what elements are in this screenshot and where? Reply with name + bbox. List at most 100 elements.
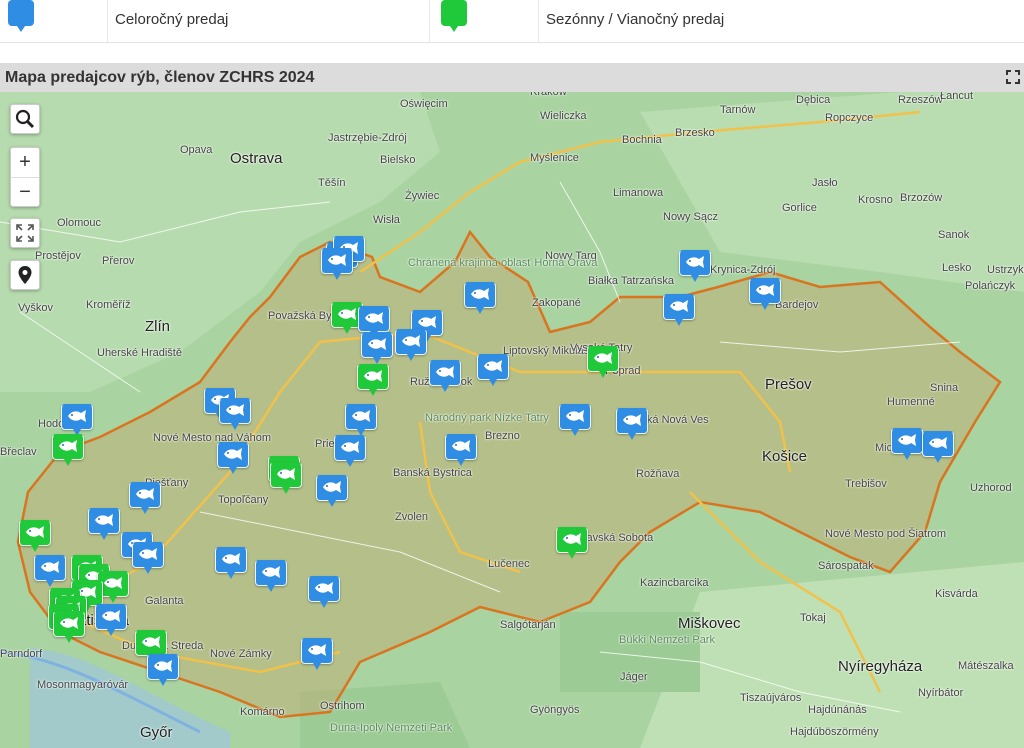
legend-cell-label-2: Sezónny / Vianočný predaj bbox=[538, 0, 1024, 42]
year-round-seller-marker[interactable] bbox=[559, 404, 591, 436]
map-place-label: Bochnia bbox=[622, 134, 662, 146]
map-place-label: Krakow bbox=[530, 92, 567, 98]
fish-marker-green-icon bbox=[441, 0, 467, 32]
map-place-label: Hajdúnánás bbox=[808, 704, 867, 716]
year-round-seller-marker[interactable] bbox=[361, 332, 393, 364]
year-round-seller-marker[interactable] bbox=[358, 306, 390, 338]
year-round-seller-marker[interactable] bbox=[445, 434, 477, 466]
map-place-label: Bielsko bbox=[380, 154, 416, 166]
seasonal-seller-marker[interactable] bbox=[52, 434, 84, 466]
map-search-button[interactable] bbox=[10, 104, 40, 134]
map-place-label: Miškovec bbox=[678, 615, 741, 632]
year-round-seller-marker[interactable] bbox=[316, 475, 348, 507]
year-round-seller-marker[interactable] bbox=[301, 638, 333, 670]
year-round-seller-marker[interactable] bbox=[215, 547, 247, 579]
year-round-seller-marker[interactable] bbox=[255, 560, 287, 592]
seasonal-seller-marker[interactable] bbox=[135, 630, 167, 662]
year-round-seller-marker[interactable] bbox=[321, 248, 353, 280]
map-place-label: Snina bbox=[930, 382, 959, 394]
year-round-seller-marker[interactable] bbox=[749, 278, 781, 310]
map-place-label: Myślenice bbox=[530, 152, 579, 164]
seasonal-seller-marker[interactable] bbox=[587, 346, 619, 378]
legend-label-year-round: Celoročný predaj bbox=[115, 11, 229, 28]
map-place-label: Dębica bbox=[796, 94, 831, 106]
year-round-seller-marker[interactable] bbox=[147, 654, 179, 686]
map-place-label: Galanta bbox=[145, 595, 184, 607]
year-round-seller-marker[interactable] bbox=[891, 428, 923, 460]
map-place-label: Břeclav bbox=[0, 446, 37, 458]
map-place-label: Sárospatak bbox=[818, 560, 874, 572]
my-location-button[interactable] bbox=[10, 260, 40, 290]
map-place-label: Nyíregyháza bbox=[838, 658, 923, 675]
map-canvas[interactable]: Krakow Oświęcim Wieliczka Tarnów Dębica Rzesz… bbox=[0, 92, 1024, 748]
seasonal-seller-marker[interactable] bbox=[19, 520, 51, 552]
map-place-label: Győr bbox=[140, 724, 173, 741]
year-round-seller-marker[interactable] bbox=[395, 329, 427, 361]
year-round-seller-marker[interactable] bbox=[477, 354, 509, 386]
map-place-label: Tokaj bbox=[800, 612, 826, 624]
map-place-label: Gyöngyös bbox=[530, 704, 580, 716]
seasonal-seller-marker[interactable] bbox=[556, 527, 588, 559]
map-place-label: Białka Tatrzańska bbox=[588, 275, 675, 287]
map-place-label: Humenné bbox=[887, 396, 935, 408]
map-place-label: Nové Mesto pod Šiatrom bbox=[825, 528, 947, 540]
map-place-label: Rzeszów bbox=[898, 94, 943, 106]
map-place-label: Limanowa bbox=[613, 187, 664, 199]
legend-cell-icon-2 bbox=[429, 0, 539, 42]
year-round-seller-marker[interactable] bbox=[345, 404, 377, 436]
map-place-label: Brezno bbox=[485, 430, 520, 442]
year-round-seller-marker[interactable] bbox=[679, 250, 711, 282]
year-round-seller-marker[interactable] bbox=[219, 398, 251, 430]
map-place-label: Lesko bbox=[942, 262, 972, 274]
year-round-seller-marker[interactable] bbox=[88, 508, 120, 540]
map-place-label: Mosonmagyaróvár bbox=[37, 679, 129, 691]
map-place-label: Lučenec bbox=[488, 558, 530, 570]
location-pin-icon bbox=[18, 266, 32, 284]
map-place-label: Wieliczka bbox=[540, 110, 587, 122]
zoom-in-button[interactable]: + bbox=[11, 148, 39, 178]
year-round-seller-marker[interactable] bbox=[129, 482, 161, 514]
legend-bar: Celoročný predaj Sezónny / Vianočný pred… bbox=[0, 0, 1024, 43]
year-round-seller-marker[interactable] bbox=[34, 555, 66, 587]
map-place-label: Zvolen bbox=[395, 511, 429, 523]
year-round-seller-marker[interactable] bbox=[464, 282, 496, 314]
legend-label-seasonal: Sezónny / Vianočný predaj bbox=[546, 11, 725, 28]
map-place-label: Nowy Sącz bbox=[663, 211, 719, 223]
map-place-label: Oświęcim bbox=[400, 98, 448, 110]
map-place-label: Zakopané bbox=[532, 297, 581, 309]
map-header: Mapa predajcov rýb, členov ZCHRS 2024 bbox=[0, 63, 1024, 92]
year-round-seller-marker[interactable] bbox=[308, 576, 340, 608]
legend-cell-icon-1 bbox=[0, 0, 108, 42]
fullscreen-icon[interactable] bbox=[1006, 70, 1020, 84]
map-place-label: Nyírbátor bbox=[918, 687, 964, 699]
year-round-seller-marker[interactable] bbox=[922, 431, 954, 463]
zoom-control: + − bbox=[10, 147, 40, 207]
map-place-label: Jastrzębie-Zdrój bbox=[328, 132, 407, 144]
year-round-seller-marker[interactable] bbox=[663, 294, 695, 326]
zoom-out-button[interactable]: − bbox=[11, 178, 39, 207]
year-round-seller-marker[interactable] bbox=[95, 604, 127, 636]
seasonal-seller-marker[interactable] bbox=[53, 611, 85, 643]
map-place-label: Kazincbarcika bbox=[640, 577, 709, 589]
year-round-seller-marker[interactable] bbox=[132, 542, 164, 574]
map-place-label: Opava bbox=[180, 144, 213, 156]
year-round-seller-marker[interactable] bbox=[429, 360, 461, 392]
map-place-label: Tiszaújváros bbox=[740, 692, 802, 704]
map-place-label: Topoľčany bbox=[218, 494, 269, 506]
map-place-label: Kisvárda bbox=[935, 588, 978, 600]
map-place-label: Nové Zámky bbox=[210, 648, 272, 660]
year-round-seller-marker[interactable] bbox=[616, 408, 648, 440]
map-place-label: Łańcut bbox=[940, 92, 974, 102]
year-round-seller-marker[interactable] bbox=[217, 442, 249, 474]
year-round-seller-marker[interactable] bbox=[334, 435, 366, 467]
map-place-label: Komárno bbox=[240, 706, 285, 718]
map-place-label: Nové Mesto nad Váhom bbox=[153, 432, 272, 444]
map-place-label: Bardejov bbox=[775, 299, 819, 311]
map-fullscreen-button[interactable] bbox=[10, 218, 40, 248]
seasonal-seller-marker[interactable] bbox=[270, 462, 302, 494]
year-round-seller-marker[interactable] bbox=[61, 404, 93, 436]
map-place-label: Polańczyk bbox=[965, 280, 1016, 292]
map-place-label: Ostrava bbox=[230, 150, 283, 167]
map-place-label: Košice bbox=[762, 448, 808, 465]
seasonal-seller-marker[interactable] bbox=[357, 364, 389, 396]
